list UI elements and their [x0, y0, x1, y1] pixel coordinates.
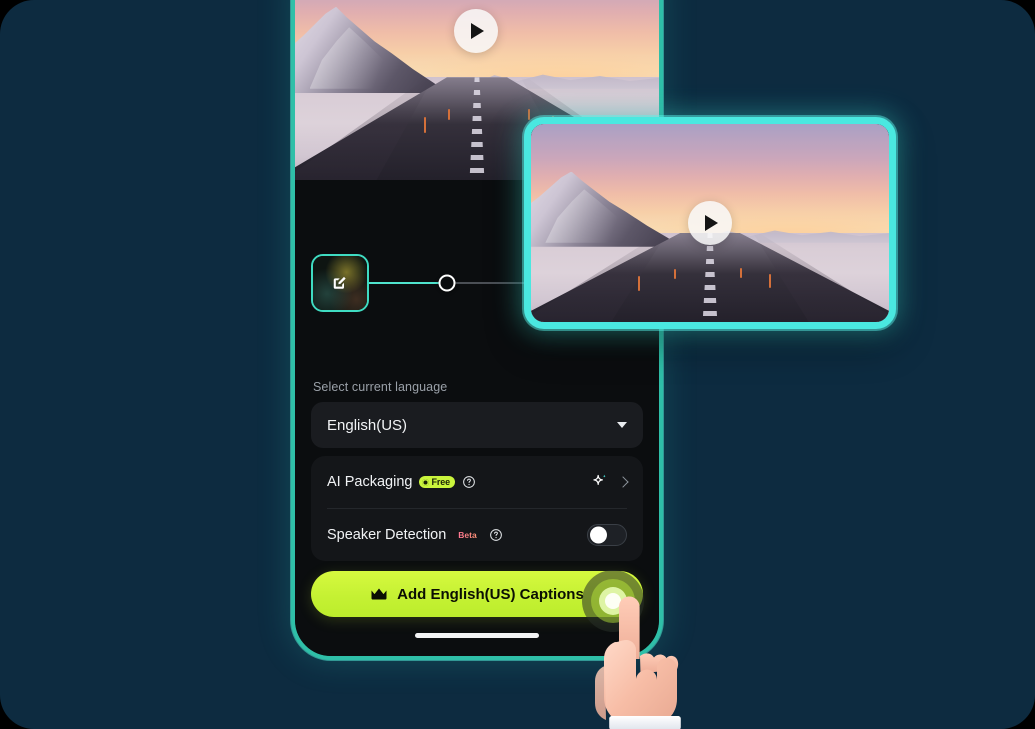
speaker-detection-toggle[interactable] [587, 524, 627, 546]
language-label: Select current language [313, 380, 448, 394]
floating-video-frame [531, 124, 889, 322]
options-card: AI Packaging Free Speaker Detection Beta [311, 456, 643, 561]
phone-mockup: Select current language English(US) AI P… [291, 0, 663, 660]
language-select-value: English(US) [327, 416, 408, 434]
option-row-speaker-detection[interactable]: Speaker Detection Beta [327, 508, 627, 561]
free-badge-label: Free [431, 476, 451, 487]
question-circle-icon[interactable] [489, 528, 503, 542]
pointing-hand-cursor [595, 596, 681, 729]
beta-badge: Beta [453, 528, 483, 542]
sparkle-icon [593, 474, 606, 485]
hero-play-button[interactable] [454, 9, 498, 53]
toggle-knob [590, 526, 607, 544]
floating-play-button[interactable] [688, 201, 732, 245]
roadside-post [674, 268, 677, 279]
clip-thumbnail[interactable] [311, 254, 369, 312]
chevron-right-icon [617, 476, 629, 488]
language-select[interactable]: English(US) [311, 402, 643, 448]
play-triangle-icon [471, 23, 484, 39]
crown-icon [371, 588, 387, 600]
home-indicator [415, 633, 539, 638]
option-title: AI Packaging [327, 474, 413, 490]
roadside-post [424, 117, 427, 134]
edit-square-icon [333, 276, 346, 289]
option-title: Speaker Detection [327, 527, 447, 543]
roadside-post [447, 109, 450, 121]
scrubber-handle[interactable] [438, 274, 456, 292]
question-circle-icon[interactable] [462, 475, 476, 489]
clip-strip [311, 254, 369, 312]
roadside-post [769, 274, 772, 289]
play-triangle-icon [705, 215, 718, 231]
free-badge: Free [419, 476, 456, 488]
coin-icon [422, 478, 430, 486]
floating-video-preview[interactable] [524, 117, 896, 329]
chevron-down-icon [617, 422, 627, 428]
screenshot-canvas: Select current language English(US) AI P… [0, 0, 1035, 729]
option-row-ai-packaging[interactable]: AI Packaging Free [327, 456, 629, 508]
add-captions-label: Add English(US) Captions [397, 585, 584, 603]
roadside-post [527, 109, 530, 121]
